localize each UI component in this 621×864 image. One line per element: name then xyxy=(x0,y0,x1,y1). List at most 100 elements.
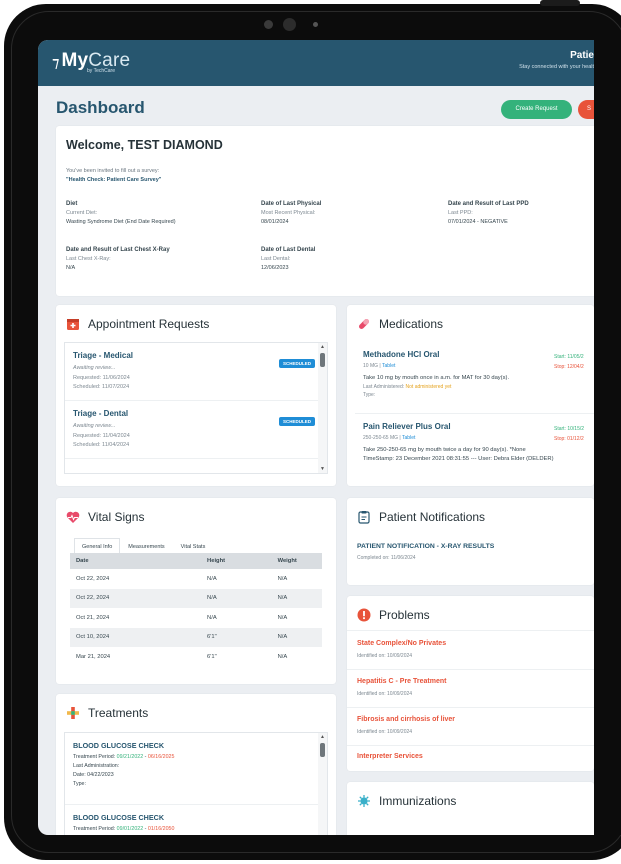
card-title: Vital Signs xyxy=(88,510,145,524)
medication-dose: 10 MG xyxy=(363,363,379,369)
field-heading: Date and Result of Last PPD xyxy=(448,201,529,207)
light-sensor-icon xyxy=(313,22,318,27)
table-row: Oct 21, 2024 N/A N/A xyxy=(70,608,322,628)
virus-icon xyxy=(357,794,371,808)
appointment-scheduled: Scheduled: 11/07/2024 xyxy=(73,384,130,390)
cell-height: N/A xyxy=(207,575,217,582)
appointment-requested: Requested: 11/04/2024 xyxy=(73,432,130,439)
vital-signs-card: Vital Signs General Info Measurements Vi… xyxy=(56,498,336,684)
treatment-name: BLOOD GLUCOSE CHECK xyxy=(73,741,165,750)
problems-header: Problems xyxy=(357,608,430,622)
medication-list[interactable]: Methadone HCl Oral 10 MG | Tablet Take 1… xyxy=(355,342,594,480)
notification-date: Completed on: 11/06/2024 xyxy=(357,555,416,561)
medication-instructions: Take 250-250-65 mg by mouth twice a day … xyxy=(363,447,526,453)
scrollbar[interactable]: ▲ xyxy=(318,733,327,835)
portal-subtitle: Stay connected with your healt xyxy=(519,64,594,70)
medications-header: Medications xyxy=(357,317,443,331)
power-button xyxy=(540,0,580,6)
survey-link[interactable]: "Health Check: Patient Care Survey" xyxy=(66,177,161,183)
medication-start: Start: 10/15/2 xyxy=(554,426,585,432)
problem-name[interactable]: Interpreter Services xyxy=(357,753,423,760)
appointment-requests-card: Appointment Requests Triage - Medical Aw… xyxy=(56,305,336,486)
list-item[interactable]: Pain Reliever Plus Oral 250-250-65 MG | … xyxy=(355,414,594,464)
treatment-list[interactable]: BLOOD GLUCOSE CHECK Treatment Period: 09… xyxy=(64,732,328,835)
divider xyxy=(347,707,594,708)
cell-date: Oct 21, 2024 xyxy=(76,614,110,621)
medication-instructions: Take 10 mg by mouth once in a.m. for MAT… xyxy=(363,375,510,381)
treatments-header: Treatments xyxy=(66,706,148,720)
treatments-card: Treatments BLOOD GLUCOSE CHECK Treatment… xyxy=(56,694,336,835)
period-end: 01/16/2050 xyxy=(147,826,175,832)
secondary-action-button[interactable]: S xyxy=(578,100,594,119)
create-request-button[interactable]: Create Request xyxy=(501,100,572,119)
portal-title: Patie xyxy=(570,50,594,61)
card-title: Treatments xyxy=(88,706,149,720)
cell-height: N/A xyxy=(201,588,272,608)
list-item[interactable]: BLOOD GLUCOSE CHECK Treatment Period: 09… xyxy=(65,733,327,805)
pill-icon xyxy=(357,317,371,331)
scrollbar[interactable]: ▲ ▼ xyxy=(318,343,327,473)
cell-weight: N/A xyxy=(277,614,288,621)
first-aid-icon xyxy=(66,706,80,720)
app-screen: ⁊ MyCare by TechCare Patie Stay connecte… xyxy=(38,40,594,835)
diet-field: Diet Current Diet: Wasting Syndrome Diet… xyxy=(66,200,176,227)
heart-pulse-icon xyxy=(66,510,80,524)
scroll-thumb[interactable] xyxy=(320,353,325,367)
field-value: 12/06/2023 xyxy=(261,265,289,271)
divider xyxy=(347,669,594,670)
welcome-card: Welcome, TEST DIAMOND You've been invite… xyxy=(56,126,594,296)
patient-notifications-card: Patient Notifications PATIENT NOTIFICATI… xyxy=(347,498,594,585)
last-physical-field: Date of Last Physical Most Recent Physic… xyxy=(261,200,321,227)
medication-form: Tablet xyxy=(402,435,416,441)
cell-date: Oct 10, 2024 xyxy=(70,627,202,647)
notification-item[interactable]: PATIENT NOTIFICATION - X-RAY RESULTS xyxy=(357,543,494,550)
sensor-icon xyxy=(264,20,273,29)
field-heading: Date of Last Physical xyxy=(261,201,322,207)
period-start: 09/01/2022 xyxy=(116,826,144,832)
last-administered-label: Last Administered: xyxy=(363,384,406,390)
cell-height: 6'1" xyxy=(207,653,217,660)
cell-weight: N/A xyxy=(277,653,288,660)
cell-date: Mar 21, 2024 xyxy=(76,653,111,660)
divider xyxy=(347,630,594,631)
list-item[interactable]: BLOOD GLUCOSE CHECK Treatment Period: 09… xyxy=(65,805,327,834)
list-item[interactable]: Triage - Medical Awaiting review... Requ… xyxy=(65,343,327,401)
field-label: Last Dental: xyxy=(261,256,291,262)
vitals-table: Date Height Weight Oct 22, 2024 N/A N/A Oc… xyxy=(70,553,322,667)
scroll-down-icon[interactable]: ▼ xyxy=(320,466,325,472)
alert-icon xyxy=(357,608,371,622)
medication-form: Tablet xyxy=(382,363,396,369)
logo-mark-icon: ⁊ xyxy=(52,54,60,71)
divider xyxy=(347,745,594,746)
immunizations-card: Immunizations xyxy=(347,782,594,835)
calendar-plus-icon xyxy=(66,317,80,331)
column-header[interactable]: Weight xyxy=(271,553,322,569)
card-title: Problems xyxy=(379,608,430,622)
problem-name[interactable]: State Complex/No Privates xyxy=(357,640,446,647)
problem-name[interactable]: Hepatitis C - Pre Treatment xyxy=(357,678,446,685)
notifications-header: Patient Notifications xyxy=(357,510,485,524)
last-administered-value: Not administered yet xyxy=(405,384,452,390)
administration-date: Date: 04/22/2023 xyxy=(73,772,114,778)
cell-height: 6'1" xyxy=(201,627,272,647)
problem-name[interactable]: Fibrosis and cirrhosis of liver xyxy=(357,716,455,723)
last-ppd-field: Date and Result of Last PPD Last PPD: 07… xyxy=(448,200,529,227)
cell-date: Oct 22, 2024 xyxy=(70,588,202,608)
scroll-thumb[interactable] xyxy=(320,743,325,757)
scroll-up-icon[interactable]: ▲ xyxy=(320,734,325,740)
card-title: Medications xyxy=(379,317,444,331)
field-label: Last Chest X-Ray: xyxy=(66,256,111,262)
period-label: Treatment Period: xyxy=(73,754,117,760)
cell-weight: N/A xyxy=(271,627,322,647)
appointment-list[interactable]: Triage - Medical Awaiting review... Requ… xyxy=(64,342,328,474)
camera-icon xyxy=(283,18,296,31)
list-item[interactable]: Triage - Dental Awaiting review... Reque… xyxy=(65,401,327,459)
field-label: Most Recent Physical: xyxy=(261,210,316,216)
scroll-up-icon[interactable]: ▲ xyxy=(320,344,325,350)
list-item[interactable]: Methadone HCl Oral 10 MG | Tablet Take 1… xyxy=(355,342,594,414)
table-row: Mar 21, 2024 6'1" N/A xyxy=(70,647,322,667)
cell-height: N/A xyxy=(207,614,217,621)
problem-date: Identified on: 10/09/2024 xyxy=(357,729,413,735)
column-header[interactable]: Height xyxy=(201,553,272,569)
column-header[interactable]: Date xyxy=(70,553,202,569)
